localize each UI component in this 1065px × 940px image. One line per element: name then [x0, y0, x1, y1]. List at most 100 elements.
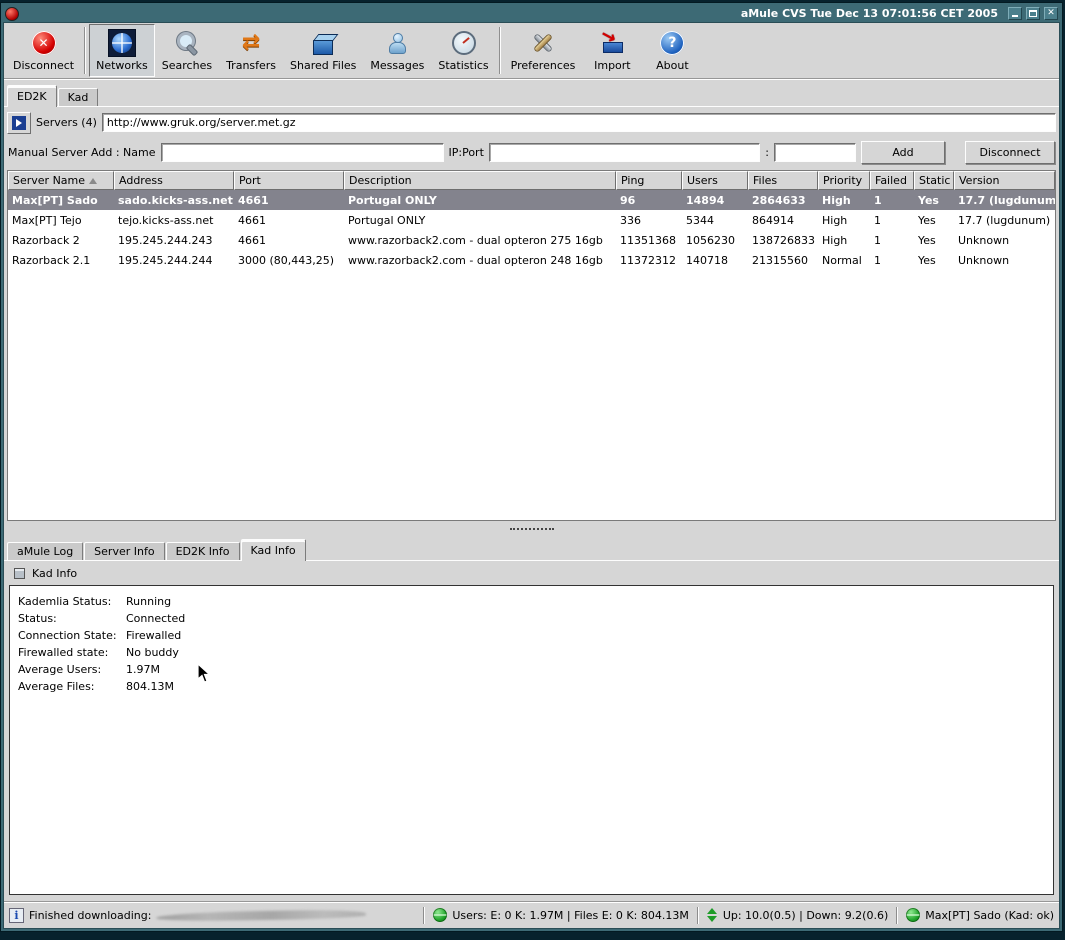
- toolbar-item-import[interactable]: Import: [582, 24, 642, 77]
- disconnect-server-button[interactable]: Disconnect: [965, 141, 1055, 164]
- column-header-description[interactable]: Description: [344, 171, 616, 190]
- servers-count-label: Servers (4): [36, 116, 97, 129]
- updown-status: Up: 10.0(0.5) | Down: 9.2(0.6): [723, 909, 888, 922]
- kad-info-icon: [14, 568, 25, 579]
- cell-version: 17.7 (lugdunum): [954, 194, 1055, 207]
- searches-icon: [171, 27, 203, 59]
- column-header-priority[interactable]: Priority: [818, 171, 870, 190]
- cell-static: Yes: [914, 214, 954, 227]
- column-header-server-name[interactable]: Server Name: [8, 171, 114, 190]
- messages-icon: [381, 27, 413, 59]
- window-content: Disconnect Networks Searches ⇄ Transfers…: [3, 22, 1060, 929]
- connected-server-status: Max[PT] Sado (Kad: ok): [925, 909, 1054, 922]
- toolbar-item-statistics[interactable]: Statistics: [431, 24, 495, 77]
- table-row[interactable]: Max[PT] Sado sado.kicks-ass.net 4661 Por…: [8, 190, 1055, 210]
- column-header-ping[interactable]: Ping: [616, 171, 682, 190]
- tab-kad[interactable]: Kad: [58, 88, 99, 107]
- tab-ed2k[interactable]: ED2K: [7, 85, 57, 107]
- kad-info-header: Kad Info: [4, 561, 1059, 585]
- toolbar-item-transfers[interactable]: ⇄ Transfers: [219, 24, 283, 77]
- toolbar-item-shared-files[interactable]: Shared Files: [283, 24, 363, 77]
- cell-static: Yes: [914, 254, 954, 267]
- cell-static: Yes: [914, 194, 954, 207]
- info-value: 804.13M: [126, 680, 174, 693]
- server-port-input[interactable]: [774, 143, 856, 162]
- server-url-bar: Servers (4): [4, 107, 1059, 138]
- toolbar-item-networks[interactable]: Networks: [89, 24, 155, 77]
- play-icon: [12, 116, 26, 130]
- maximize-button[interactable]: [1026, 7, 1040, 20]
- kad-info-title: Kad Info: [32, 567, 77, 580]
- cell-server-name: Max[PT] Sado: [8, 194, 114, 207]
- info-row: Firewalled state: No buddy: [18, 644, 1045, 661]
- cell-port: 4661: [234, 234, 344, 247]
- column-header-users[interactable]: Users: [682, 171, 748, 190]
- column-header-static[interactable]: Static: [914, 171, 954, 190]
- minimize-button[interactable]: [1008, 7, 1022, 20]
- sort-asc-icon: [89, 178, 97, 184]
- table-row[interactable]: Razorback 2.1 195.245.244.244 3000 (80,4…: [8, 250, 1055, 270]
- info-value: No buddy: [126, 646, 179, 659]
- cell-ping: 96: [616, 194, 682, 207]
- cell-failed: 1: [870, 214, 914, 227]
- titlebar[interactable]: aMule CVS Tue Dec 13 07:01:56 CET 2005: [3, 5, 1060, 22]
- toolbar-label: Disconnect: [13, 59, 74, 72]
- info-label: Average Files:: [18, 680, 126, 693]
- splitter-dots-icon: [510, 528, 554, 530]
- cell-failed: 1: [870, 254, 914, 267]
- manual-server-add-row: Manual Server Add : Name IP:Port : Add D…: [4, 138, 1059, 169]
- cell-version: Unknown: [954, 234, 1055, 247]
- table-row[interactable]: Max[PT] Tejo tejo.kicks-ass.net 4661 Por…: [8, 210, 1055, 230]
- close-button[interactable]: [1044, 7, 1058, 20]
- cell-address: 195.245.244.244: [114, 254, 234, 267]
- column-header-version[interactable]: Version: [954, 171, 1055, 190]
- info-value: Connected: [126, 612, 185, 625]
- column-header-files[interactable]: Files: [748, 171, 818, 190]
- tab-amule-log[interactable]: aMule Log: [7, 542, 83, 561]
- server-met-url-input[interactable]: [102, 113, 1056, 132]
- toolbar-item-preferences[interactable]: Preferences: [504, 24, 583, 77]
- info-label: Kademlia Status:: [18, 595, 126, 608]
- shared-files-icon: [307, 27, 339, 59]
- column-header-port[interactable]: Port: [234, 171, 344, 190]
- cell-server-name: Max[PT] Tejo: [8, 214, 114, 227]
- server-ip-input[interactable]: [489, 143, 760, 162]
- users-files-status: Users: E: 0 K: 1.97M | Files E: 0 K: 804…: [452, 909, 688, 922]
- cell-server-name: Razorback 2.1: [8, 254, 114, 267]
- cell-version: 17.7 (lugdunum): [954, 214, 1055, 227]
- tab-kad-info[interactable]: Kad Info: [241, 539, 306, 561]
- cell-description: Portugal ONLY: [344, 194, 616, 207]
- info-row: Average Users: 1.97M: [18, 661, 1045, 678]
- status-bar: Finished downloading: Users: E: 0 K: 1.9…: [4, 901, 1059, 928]
- tab-server-info[interactable]: Server Info: [84, 542, 164, 561]
- toolbar-label: Searches: [162, 59, 212, 72]
- redacted-text: [156, 909, 366, 922]
- toolbar-item-messages[interactable]: Messages: [363, 24, 431, 77]
- column-header-failed[interactable]: Failed: [870, 171, 914, 190]
- cell-users: 5344: [682, 214, 748, 227]
- users-globe-icon: [433, 908, 447, 922]
- cell-priority: High: [818, 214, 870, 227]
- status-message: Finished downloading:: [29, 909, 151, 922]
- networks-icon: [106, 27, 138, 59]
- table-row[interactable]: Razorback 2 195.245.244.243 4661 www.raz…: [8, 230, 1055, 250]
- toolbar-item-disconnect[interactable]: Disconnect: [6, 24, 81, 77]
- column-header-address[interactable]: Address: [114, 171, 234, 190]
- info-value: 1.97M: [126, 663, 160, 676]
- toolbar-label: Statistics: [438, 59, 488, 72]
- server-name-input[interactable]: [161, 143, 444, 162]
- server-list-button[interactable]: [7, 112, 31, 134]
- toolbar-separator: [84, 27, 86, 74]
- toolbar-item-searches[interactable]: Searches: [155, 24, 219, 77]
- tab-ed2k-info[interactable]: ED2K Info: [166, 542, 240, 561]
- cell-port: 4661: [234, 214, 344, 227]
- cell-failed: 1: [870, 194, 914, 207]
- server-globe-icon: [906, 908, 920, 922]
- add-server-button[interactable]: Add: [861, 141, 945, 164]
- splitter-handle[interactable]: [4, 523, 1059, 533]
- cell-users: 1056230: [682, 234, 748, 247]
- toolbar-item-about[interactable]: About: [642, 24, 702, 77]
- toolbar-label: Shared Files: [290, 59, 356, 72]
- info-icon[interactable]: [9, 908, 24, 923]
- statistics-icon: [448, 27, 480, 59]
